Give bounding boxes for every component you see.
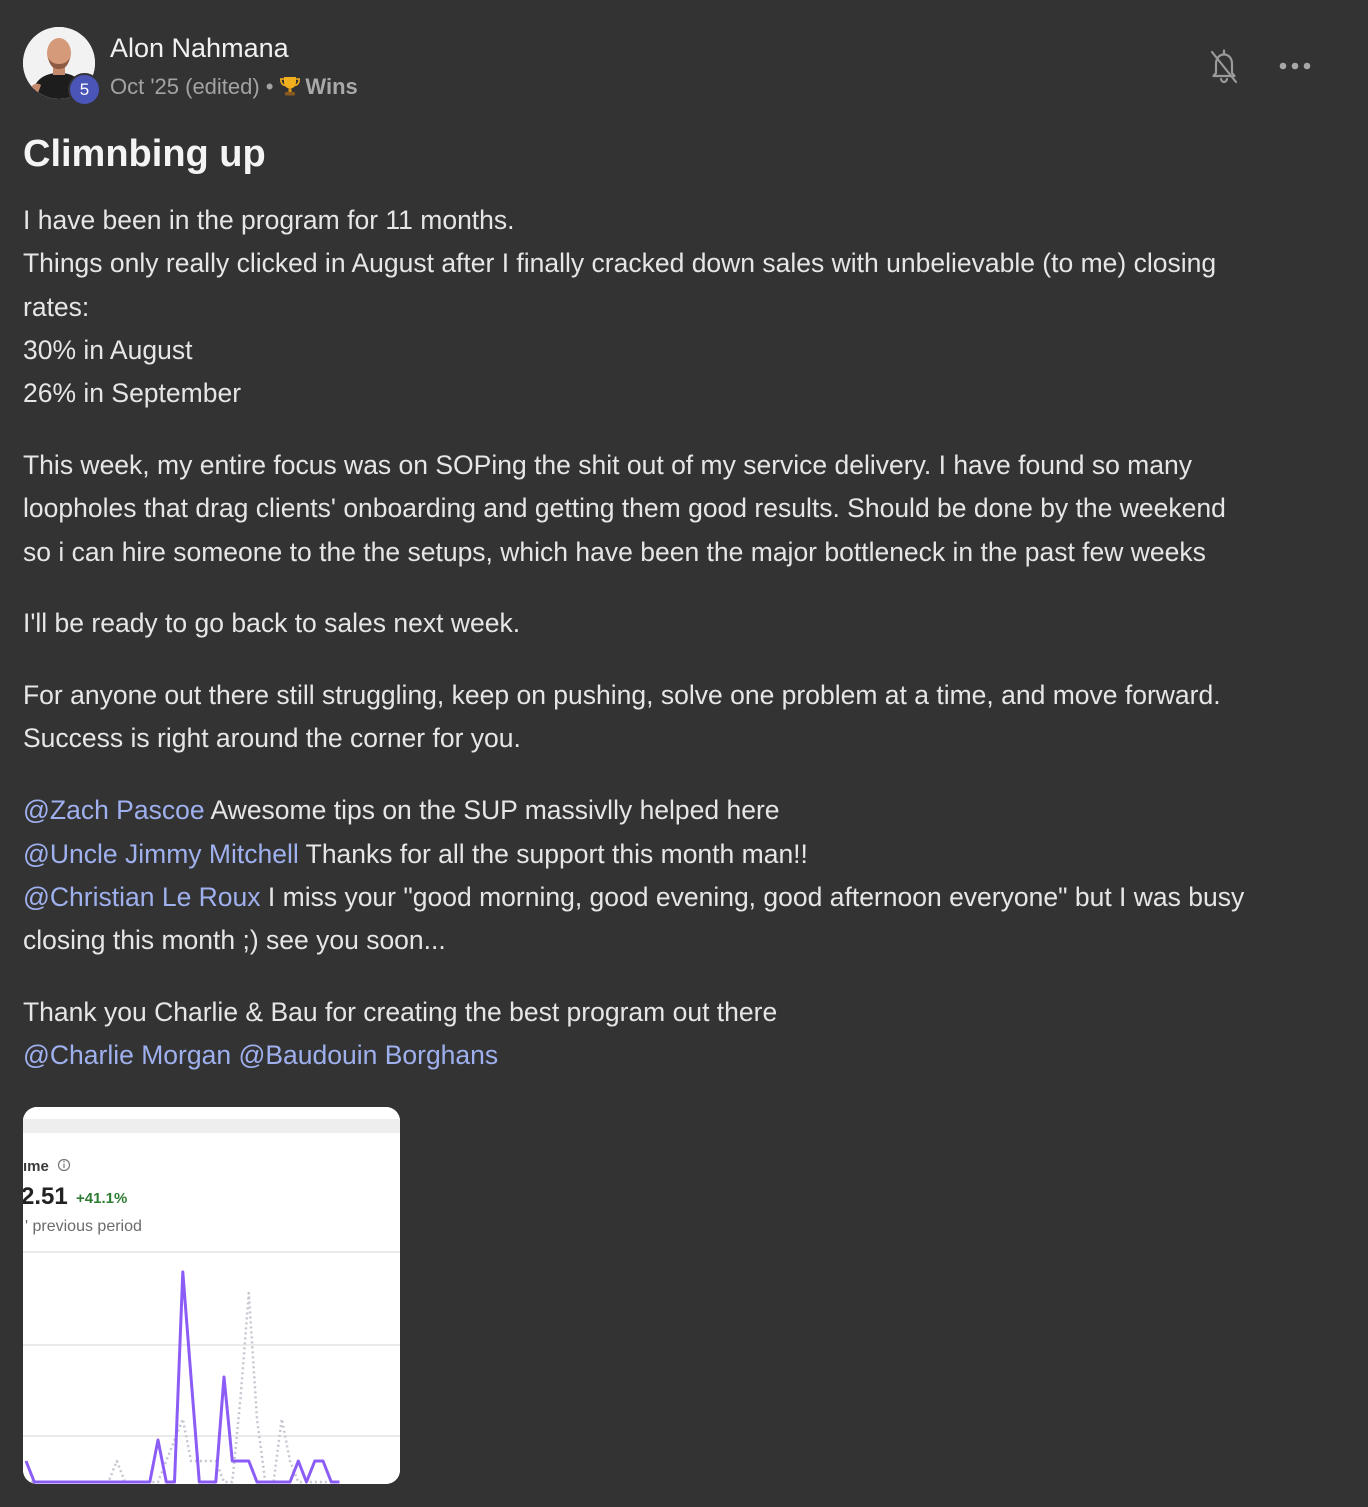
paragraph-next-week: I'll be ready to go back to sales next w…: [23, 602, 1343, 645]
metric-change: +41.1%: [76, 1190, 127, 1207]
mention-link[interactable]: @Zach Pascoe: [23, 795, 205, 825]
mention-link[interactable]: @Uncle Jimmy Mitchell: [23, 839, 299, 869]
attachment-screenshot: ıme 2.51 +41.1% ' previous period: [23, 1107, 400, 1484]
metric-label: ıme: [23, 1158, 49, 1175]
shoutout-line: @Uncle Jimmy Mitchell Thanks for all the…: [23, 833, 1343, 876]
author-name[interactable]: Alon Nahmana: [110, 32, 289, 64]
shoutout-text: Thanks for all the support this month ma…: [298, 838, 808, 869]
body-line: rates:: [23, 291, 90, 322]
trophy-icon: [279, 75, 301, 105]
body-line: I'll be ready to go back to sales next w…: [23, 608, 521, 639]
post-body: I have been in the program for 11 months…: [23, 199, 1343, 1106]
body-line: I have been in the program for 11 months…: [23, 205, 515, 235]
body-line: For anyone out there still struggling, k…: [23, 680, 1221, 711]
body-line: loopholes that drag clients' onboarding …: [23, 493, 1226, 524]
more-dots-icon: [1279, 62, 1311, 70]
meta-separator: •: [265, 74, 274, 99]
body-line: 26% in September: [23, 378, 242, 409]
level-badge: 5: [68, 73, 101, 106]
post-title: Climnbing up: [23, 133, 266, 175]
metric-comparison: ' previous period: [25, 1218, 142, 1235]
post-meta: Oct '25 (edited) • Wins: [110, 72, 358, 105]
body-line: closing this month ;) see you soon...: [23, 925, 446, 956]
mention-link[interactable]: @Christian Le Roux: [23, 882, 261, 912]
shoutout-text: Awesome tips on the SUP massivlly helped…: [204, 795, 780, 826]
mention-link[interactable]: @Charlie Morgan: [23, 1040, 231, 1070]
shoutout-line: @Zach Pascoe Awesome tips on the SUP mas…: [23, 789, 1343, 832]
paragraph-focus: This week, my entire focus was on SOPing…: [23, 444, 1343, 574]
bell-off-icon: [1210, 49, 1238, 84]
notifications-button[interactable]: [1204, 44, 1244, 88]
body-line: This week, my entire focus was on SOPing…: [23, 449, 1192, 480]
paragraph-thanks: Thank you Charlie & Bau for creating the…: [23, 991, 1343, 1078]
body-line: so i can hire someone to the the setups,…: [23, 536, 1206, 567]
post-card: 5 Alon Nahmana Oct '25 (edited) • Wins Cl…: [0, 0, 1368, 1507]
body-line: Success is right around the corner for y…: [23, 723, 521, 754]
metric-value: 2.51: [23, 1183, 68, 1210]
shoutout-text: I miss your "good morning, good evening,…: [260, 881, 1245, 912]
attachment-image[interactable]: ıme 2.51 +41.1% ' previous period: [23, 1107, 400, 1484]
body-line: 30% in August: [23, 334, 193, 365]
paragraph-encouragement: For anyone out there still struggling, k…: [23, 674, 1343, 761]
category-link[interactable]: Wins: [305, 74, 357, 99]
mentions-line: @Charlie Morgan @Baudouin Borghans: [23, 1034, 1343, 1077]
more-options-button[interactable]: [1275, 50, 1315, 80]
body-line: Thank you Charlie & Bau for creating the…: [23, 996, 778, 1027]
body-line: Things only really clicked in August aft…: [23, 248, 1217, 279]
shoutout-line: @Christian Le Roux I miss your "good mor…: [23, 876, 1343, 919]
post-date: Oct '25 (edited): [110, 74, 260, 99]
paragraph-shoutouts: @Zach Pascoe Awesome tips on the SUP mas…: [23, 789, 1343, 962]
mention-link[interactable]: @Baudouin Borghans: [238, 1040, 498, 1070]
paragraph-progress: I have been in the program for 11 months…: [23, 199, 1343, 415]
